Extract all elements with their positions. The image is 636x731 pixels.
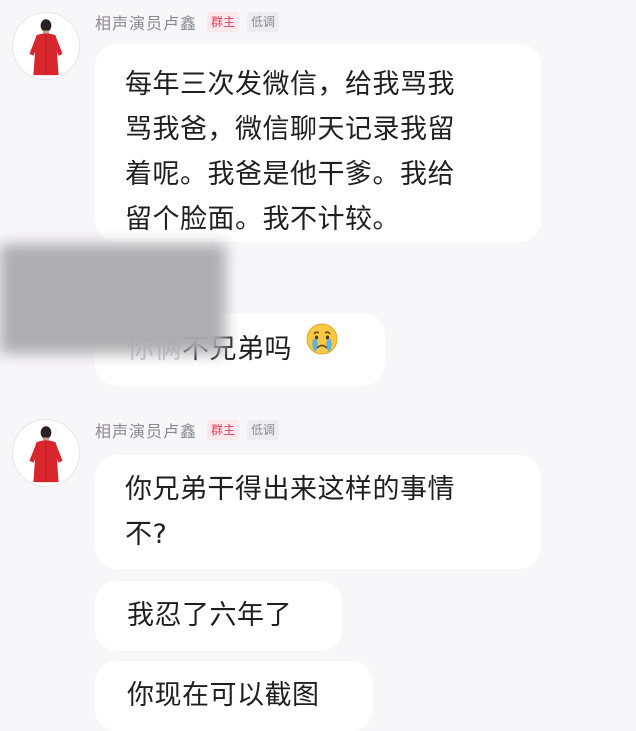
sender-avatar[interactable] — [12, 12, 80, 80]
person-in-red-robe-icon — [13, 13, 79, 79]
sender-avatar[interactable] — [12, 419, 80, 487]
message-line: 着呢。我爸是他干爹。我给 — [125, 159, 455, 190]
message-bubble[interactable]: 你现在可以截图 — [95, 661, 373, 731]
message-bubble[interactable]: 我忍了六年了 — [95, 581, 342, 651]
message-line: 每年三次发微信，给我骂我 — [125, 69, 455, 100]
sender-name[interactable]: 相声演员卢鑫 — [95, 10, 197, 34]
member-level-badge: 低调 — [247, 420, 280, 440]
message-text: 我忍了六年了 — [127, 600, 292, 631]
message-line: 不? — [125, 519, 168, 550]
person-in-red-robe-icon — [13, 420, 79, 486]
group-owner-badge: 群主 — [207, 420, 240, 440]
message-line: 骂我爸，微信聊天记录我留 — [125, 114, 455, 145]
message-bubble[interactable]: 你兄弟干得出来这样的事情 不? — [95, 455, 541, 569]
message-header: 相声演员卢鑫 群主 低调 — [95, 10, 280, 34]
redaction-blur — [0, 244, 226, 354]
message-header: 相声演员卢鑫 群主 低调 — [95, 418, 280, 442]
group-owner-badge: 群主 — [207, 12, 240, 32]
message-text: 你现在可以截图 — [127, 680, 320, 711]
message-bubble[interactable]: 每年三次发微信，给我骂我 骂我爸，微信聊天记录我留 着呢。我爸是他干爹。我给 留… — [95, 44, 541, 242]
sender-name[interactable]: 相声演员卢鑫 — [95, 418, 197, 442]
message-line: 你兄弟干得出来这样的事情 — [125, 474, 455, 505]
message-line: 留个脸面。我不计较。 — [125, 204, 400, 235]
member-level-badge: 低调 — [247, 12, 280, 32]
crying-face-icon — [304, 312, 340, 385]
